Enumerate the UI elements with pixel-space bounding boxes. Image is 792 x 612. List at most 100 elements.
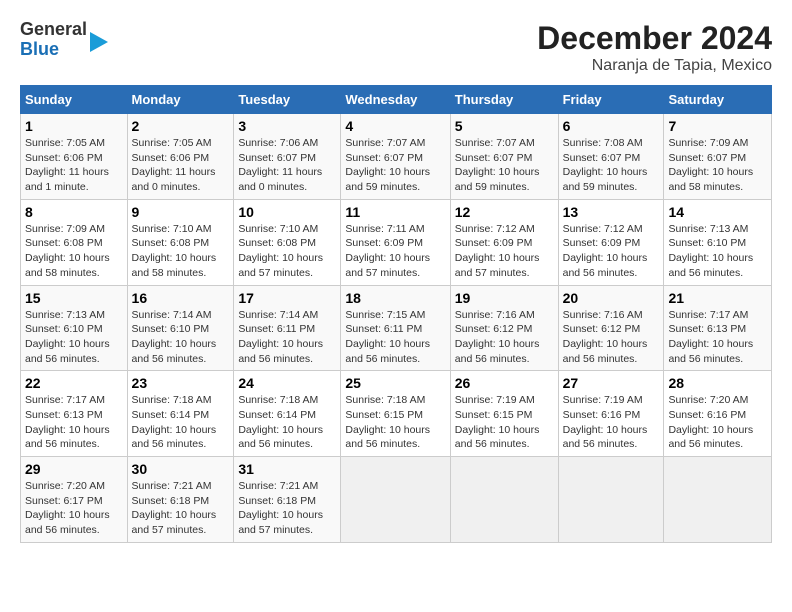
day-number: 16: [132, 290, 230, 306]
day-number: 14: [668, 204, 767, 220]
calendar-day-cell: 12 Sunrise: 7:12 AMSunset: 6:09 PMDayligh…: [450, 199, 558, 285]
day-info: Sunrise: 7:21 AMSunset: 6:18 PMDaylight:…: [238, 479, 336, 538]
page-header: General Blue December 2024 Naranja de Ta…: [20, 20, 772, 75]
calendar-day-cell: [664, 457, 772, 543]
calendar-day-cell: 4Sunrise: 7:07 AMSunset: 6:07 PMDaylight…: [341, 114, 450, 200]
day-number: 19: [455, 290, 554, 306]
calendar-day-cell: 1 Sunrise: 7:05 AMSunset: 6:06 PMDaylight…: [21, 114, 128, 200]
day-info: Sunrise: 7:21 AMSunset: 6:18 PMDaylight:…: [132, 479, 230, 538]
title-block: December 2024 Naranja de Tapia, Mexico: [537, 20, 772, 75]
day-number: 4: [345, 118, 445, 134]
calendar-header-day: Saturday: [664, 86, 772, 114]
calendar-day-cell: 25 Sunrise: 7:18 AMSunset: 6:15 PMDayligh…: [341, 371, 450, 457]
calendar-day-cell: 27Sunrise: 7:19 AMSunset: 6:16 PMDayligh…: [558, 371, 664, 457]
calendar-header-day: Monday: [127, 86, 234, 114]
day-info: Sunrise: 7:14 AMSunset: 6:10 PMDaylight:…: [132, 308, 230, 367]
calendar-body: 1 Sunrise: 7:05 AMSunset: 6:06 PMDaylight…: [21, 114, 772, 543]
calendar-day-cell: 21Sunrise: 7:17 AMSunset: 6:13 PMDayligh…: [664, 285, 772, 371]
day-info: Sunrise: 7:18 AMSunset: 6:14 PMDaylight:…: [238, 393, 336, 452]
logo-blue: Blue: [20, 40, 87, 60]
day-number: 10: [238, 204, 336, 220]
calendar-day-cell: 3 Sunrise: 7:06 AMSunset: 6:07 PMDaylight…: [234, 114, 341, 200]
calendar-day-cell: 20Sunrise: 7:16 AMSunset: 6:12 PMDayligh…: [558, 285, 664, 371]
logo-general: General: [20, 20, 87, 40]
day-number: 8: [25, 204, 123, 220]
day-number: 1: [25, 118, 123, 134]
day-number: 28: [668, 375, 767, 391]
day-number: 26: [455, 375, 554, 391]
calendar-header-day: Wednesday: [341, 86, 450, 114]
calendar-day-cell: 14Sunrise: 7:13 AMSunset: 6:10 PMDayligh…: [664, 199, 772, 285]
day-info: Sunrise: 7:18 AMSunset: 6:14 PMDaylight:…: [132, 393, 230, 452]
calendar-day-cell: [450, 457, 558, 543]
day-info: Sunrise: 7:20 AMSunset: 6:17 PMDaylight:…: [25, 479, 123, 538]
day-number: 24: [238, 375, 336, 391]
day-info: Sunrise: 7:10 AMSunset: 6:08 PMDaylight:…: [238, 222, 336, 281]
day-number: 30: [132, 461, 230, 477]
calendar-day-cell: 10 Sunrise: 7:10 AMSunset: 6:08 PMDayligh…: [234, 199, 341, 285]
calendar-week-row: 8 Sunrise: 7:09 AMSunset: 6:08 PMDaylight…: [21, 199, 772, 285]
day-number: 15: [25, 290, 123, 306]
day-info: Sunrise: 7:10 AMSunset: 6:08 PMDaylight:…: [132, 222, 230, 281]
calendar-day-cell: 30 Sunrise: 7:21 AMSunset: 6:18 PMDayligh…: [127, 457, 234, 543]
day-number: 25: [345, 375, 445, 391]
day-info: Sunrise: 7:05 AMSunset: 6:06 PMDaylight:…: [132, 136, 230, 195]
day-number: 31: [238, 461, 336, 477]
day-info: Sunrise: 7:16 AMSunset: 6:12 PMDaylight:…: [455, 308, 554, 367]
calendar-day-cell: 7 Sunrise: 7:09 AMSunset: 6:07 PMDaylight…: [664, 114, 772, 200]
calendar-day-cell: 13Sunrise: 7:12 AMSunset: 6:09 PMDayligh…: [558, 199, 664, 285]
day-number: 22: [25, 375, 123, 391]
day-info: Sunrise: 7:09 AMSunset: 6:08 PMDaylight:…: [25, 222, 123, 281]
day-info: Sunrise: 7:07 AMSunset: 6:07 PMDaylight:…: [455, 136, 554, 195]
day-info: Sunrise: 7:06 AMSunset: 6:07 PMDaylight:…: [238, 136, 336, 195]
calendar-day-cell: 19 Sunrise: 7:16 AMSunset: 6:12 PMDayligh…: [450, 285, 558, 371]
calendar-day-cell: 26Sunrise: 7:19 AMSunset: 6:15 PMDayligh…: [450, 371, 558, 457]
logo-text: General Blue: [20, 20, 87, 60]
day-info: Sunrise: 7:18 AMSunset: 6:15 PMDaylight:…: [345, 393, 445, 452]
calendar-week-row: 1 Sunrise: 7:05 AMSunset: 6:06 PMDaylight…: [21, 114, 772, 200]
day-info: Sunrise: 7:08 AMSunset: 6:07 PMDaylight:…: [563, 136, 660, 195]
day-info: Sunrise: 7:16 AMSunset: 6:12 PMDaylight:…: [563, 308, 660, 367]
calendar-day-cell: 22 Sunrise: 7:17 AMSunset: 6:13 PMDayligh…: [21, 371, 128, 457]
calendar-day-cell: 31 Sunrise: 7:21 AMSunset: 6:18 PMDayligh…: [234, 457, 341, 543]
calendar-day-cell: 2 Sunrise: 7:05 AMSunset: 6:06 PMDaylight…: [127, 114, 234, 200]
calendar-day-cell: [341, 457, 450, 543]
day-info: Sunrise: 7:05 AMSunset: 6:06 PMDaylight:…: [25, 136, 123, 195]
calendar-day-cell: 16 Sunrise: 7:14 AMSunset: 6:10 PMDayligh…: [127, 285, 234, 371]
calendar-day-cell: 5 Sunrise: 7:07 AMSunset: 6:07 PMDaylight…: [450, 114, 558, 200]
calendar-day-cell: 8 Sunrise: 7:09 AMSunset: 6:08 PMDaylight…: [21, 199, 128, 285]
day-number: 5: [455, 118, 554, 134]
day-info: Sunrise: 7:14 AMSunset: 6:11 PMDaylight:…: [238, 308, 336, 367]
calendar-header-row: SundayMondayTuesdayWednesdayThursdayFrid…: [21, 86, 772, 114]
page-title: December 2024: [537, 20, 772, 57]
day-number: 18: [345, 290, 445, 306]
day-number: 11: [345, 204, 445, 220]
calendar-week-row: 22 Sunrise: 7:17 AMSunset: 6:13 PMDayligh…: [21, 371, 772, 457]
page-subtitle: Naranja de Tapia, Mexico: [537, 57, 772, 75]
calendar-day-cell: [558, 457, 664, 543]
calendar-header-day: Tuesday: [234, 86, 341, 114]
day-info: Sunrise: 7:09 AMSunset: 6:07 PMDaylight:…: [668, 136, 767, 195]
day-info: Sunrise: 7:17 AMSunset: 6:13 PMDaylight:…: [25, 393, 123, 452]
logo: General Blue: [20, 20, 108, 60]
day-info: Sunrise: 7:12 AMSunset: 6:09 PMDaylight:…: [455, 222, 554, 281]
logo-arrow-icon: [90, 32, 108, 52]
day-number: 7: [668, 118, 767, 134]
calendar-header-day: Thursday: [450, 86, 558, 114]
day-number: 3: [238, 118, 336, 134]
day-info: Sunrise: 7:11 AMSunset: 6:09 PMDaylight:…: [345, 222, 445, 281]
calendar-header-day: Friday: [558, 86, 664, 114]
calendar-day-cell: 9 Sunrise: 7:10 AMSunset: 6:08 PMDaylight…: [127, 199, 234, 285]
day-number: 2: [132, 118, 230, 134]
day-number: 21: [668, 290, 767, 306]
day-info: Sunrise: 7:12 AMSunset: 6:09 PMDaylight:…: [563, 222, 660, 281]
day-info: Sunrise: 7:13 AMSunset: 6:10 PMDaylight:…: [25, 308, 123, 367]
day-number: 9: [132, 204, 230, 220]
calendar-day-cell: 17Sunrise: 7:14 AMSunset: 6:11 PMDayligh…: [234, 285, 341, 371]
calendar-day-cell: 15 Sunrise: 7:13 AMSunset: 6:10 PMDayligh…: [21, 285, 128, 371]
day-number: 12: [455, 204, 554, 220]
day-info: Sunrise: 7:19 AMSunset: 6:16 PMDaylight:…: [563, 393, 660, 452]
day-info: Sunrise: 7:15 AMSunset: 6:11 PMDaylight:…: [345, 308, 445, 367]
calendar-day-cell: 24 Sunrise: 7:18 AMSunset: 6:14 PMDayligh…: [234, 371, 341, 457]
calendar-table: SundayMondayTuesdayWednesdayThursdayFrid…: [20, 85, 772, 543]
